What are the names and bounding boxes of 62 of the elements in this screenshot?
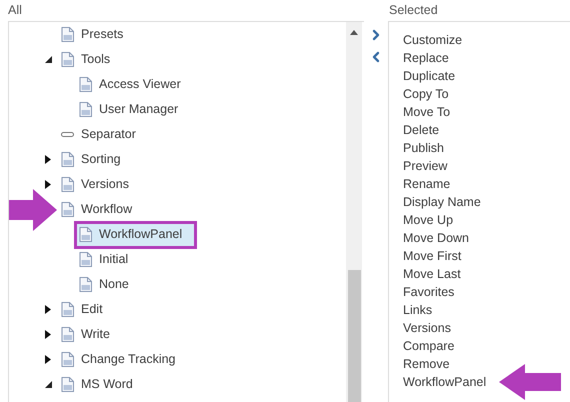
tree-item[interactable]: Separator (59, 124, 148, 146)
list-item[interactable]: Duplicate (403, 66, 456, 86)
scroll-up-icon[interactable] (350, 30, 358, 35)
list-item[interactable]: Remove (403, 354, 450, 374)
tree-item[interactable]: None (77, 274, 141, 296)
list-item[interactable]: Links (403, 300, 432, 320)
selected-label: Selected (388, 2, 439, 19)
document-icon (61, 377, 74, 392)
document-icon (61, 202, 74, 217)
document-icon (61, 27, 74, 42)
expand-triangle-icon[interactable] (45, 305, 51, 314)
tree-item[interactable]: Access Viewer (77, 74, 193, 96)
tree-item[interactable]: User Manager (77, 98, 190, 120)
document-icon (61, 302, 74, 317)
expand-triangle-icon[interactable] (45, 355, 51, 364)
tree-item[interactable]: MS Word (59, 374, 145, 396)
list-item[interactable]: Move Up (403, 210, 454, 230)
tree-item[interactable]: WorkflowPanel (77, 224, 194, 246)
document-icon (61, 327, 74, 342)
tree-item[interactable]: Tools (59, 48, 122, 70)
list-item[interactable]: WorkflowPanel (403, 372, 486, 392)
tree-item[interactable]: Versions (59, 174, 141, 196)
list-item[interactable]: Replace (403, 48, 449, 68)
tree-item[interactable]: Presets (59, 24, 136, 46)
document-icon (79, 277, 92, 292)
document-icon (61, 52, 74, 67)
list-item[interactable]: Compare (403, 336, 454, 356)
all-label: All (8, 2, 23, 19)
list-item[interactable]: Move To (403, 102, 450, 122)
list-item[interactable]: Delete (403, 120, 440, 140)
tree-item[interactable]: Initial (77, 248, 140, 270)
list-item[interactable]: Preview (403, 156, 448, 176)
expand-triangle-icon[interactable] (45, 180, 51, 189)
document-icon (61, 352, 74, 367)
expand-triangle-icon[interactable] (45, 155, 51, 164)
document-icon (79, 227, 92, 242)
collapse-triangle-icon[interactable] (45, 381, 52, 388)
document-icon (79, 252, 92, 267)
tree-item[interactable]: Write (59, 324, 122, 346)
collapse-triangle-icon[interactable] (45, 56, 52, 63)
document-icon (61, 152, 74, 167)
expand-triangle-icon[interactable] (45, 330, 51, 339)
tree-item[interactable]: Sorting (59, 148, 133, 170)
list-item[interactable]: Move Down (403, 228, 469, 248)
scrollbar-thumb[interactable] (348, 270, 360, 402)
list-item[interactable]: Move Last (403, 264, 461, 284)
list-item[interactable]: Publish (403, 138, 444, 158)
tree-item[interactable]: Edit (59, 298, 115, 320)
list-item[interactable]: Display Name (403, 192, 481, 212)
tree-item[interactable]: Change Tracking (59, 348, 188, 370)
list-item[interactable]: Customize (403, 30, 462, 50)
list-item[interactable]: Favorites (403, 282, 454, 302)
list-item[interactable]: Rename (403, 174, 450, 194)
list-item[interactable]: Versions (403, 318, 451, 338)
tree-item[interactable]: Workflow (59, 198, 144, 220)
list-item[interactable]: Move First (403, 246, 462, 266)
scrollbar[interactable] (346, 22, 362, 402)
document-icon (61, 177, 74, 192)
list-item[interactable]: Copy To (403, 84, 449, 104)
separator-icon (61, 132, 74, 137)
document-icon (79, 77, 92, 92)
document-icon (79, 102, 92, 117)
